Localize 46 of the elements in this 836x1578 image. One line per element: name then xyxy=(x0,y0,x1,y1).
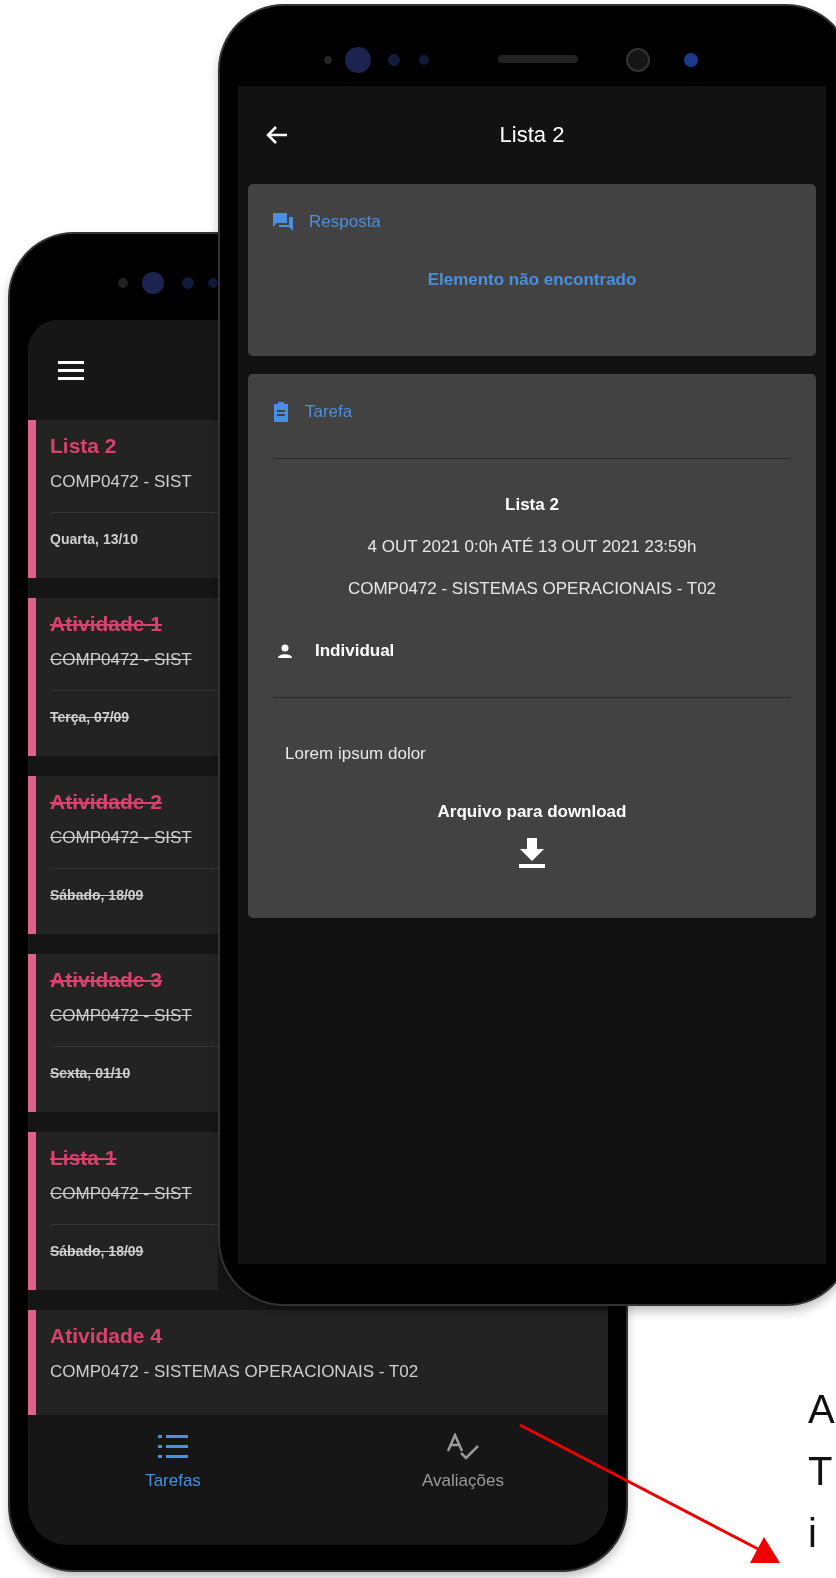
clipboard-icon xyxy=(273,402,289,422)
task-subject: COMP0472 - SIST xyxy=(50,1006,192,1026)
task-date: Terça, 07/09 xyxy=(50,709,130,725)
task-title: Atividade 3 xyxy=(50,968,163,992)
person-icon xyxy=(277,644,293,658)
back-arrow-icon[interactable] xyxy=(266,125,288,145)
task-title: Atividade 4 xyxy=(50,1324,163,1348)
task-card[interactable]: Atividade 1 COMP0472 - SIST Terça, 07/09 xyxy=(28,598,218,756)
annotation-text: i xyxy=(808,1510,818,1557)
task-subject: COMP0472 - SIST xyxy=(50,650,192,670)
task-title: Atividade 1 xyxy=(50,612,163,636)
task-title: Lista 2 xyxy=(50,434,117,458)
download-icon[interactable] xyxy=(518,838,546,868)
task-title: Atividade 2 xyxy=(50,790,163,814)
task-title: Lista 1 xyxy=(50,1146,117,1170)
task-period: 4 OUT 2021 0:0h ATÉ 13 OUT 2021 23:59h xyxy=(367,537,697,557)
task-card[interactable]: Atividade 2 COMP0472 - SIST Sábado, 18/09 xyxy=(28,776,218,934)
task-date: Quarta, 13/10 xyxy=(50,531,138,547)
task-name: Lista 2 xyxy=(505,495,559,515)
card-heading: Tarefa xyxy=(305,402,353,422)
spellcheck-icon xyxy=(446,1433,480,1461)
group-mode: Individual xyxy=(315,641,395,661)
task-subject: COMP0472 - SIST xyxy=(50,828,192,848)
list-icon xyxy=(158,1433,188,1461)
task-subject: COMP0472 - SIST xyxy=(50,472,192,492)
task-subject: COMP0472 - SIST xyxy=(50,1184,192,1204)
card-heading: Resposta xyxy=(309,212,381,232)
screen-title: Lista 2 xyxy=(499,122,565,148)
task-subject: COMP0472 - SISTEMAS OPERACIONAIS - T02 xyxy=(347,579,717,599)
response-message: Elemento não encontrado xyxy=(427,270,637,290)
task-card[interactable]: Lista 2 COMP0472 - SIST Quarta, 13/10 xyxy=(28,420,218,578)
task-card[interactable]: Lista 1 COMP0472 - SIST Sábado, 18/09 xyxy=(28,1132,218,1290)
nav-tab[interactable]: Tarefas xyxy=(28,1415,318,1545)
task-subject: COMP0472 - SISTEMAS OPERACIONAIS - T02 xyxy=(50,1362,419,1382)
task-date: Sábado, 18/09 xyxy=(50,887,144,903)
task-date: Sábado, 18/09 xyxy=(50,1243,144,1259)
task-date: Sexta, 01/10 xyxy=(50,1065,131,1081)
annotation-text: T xyxy=(808,1448,834,1495)
task-card[interactable]: Atividade 3 COMP0472 - SIST Sexta, 01/10 xyxy=(28,954,218,1112)
task-card[interactable]: Atividade 4 COMP0472 - SISTEMAS OPERACIONAIS - T02 xyxy=(28,1310,608,1415)
nav-tab[interactable]: Avaliações xyxy=(318,1415,608,1545)
annotation-text: A xyxy=(808,1386,835,1433)
menu-icon[interactable] xyxy=(58,360,84,380)
chat-icon xyxy=(273,213,293,231)
download-label: Arquivo para download xyxy=(437,802,627,822)
task-description: Lorem ipsum dolor xyxy=(285,744,426,764)
